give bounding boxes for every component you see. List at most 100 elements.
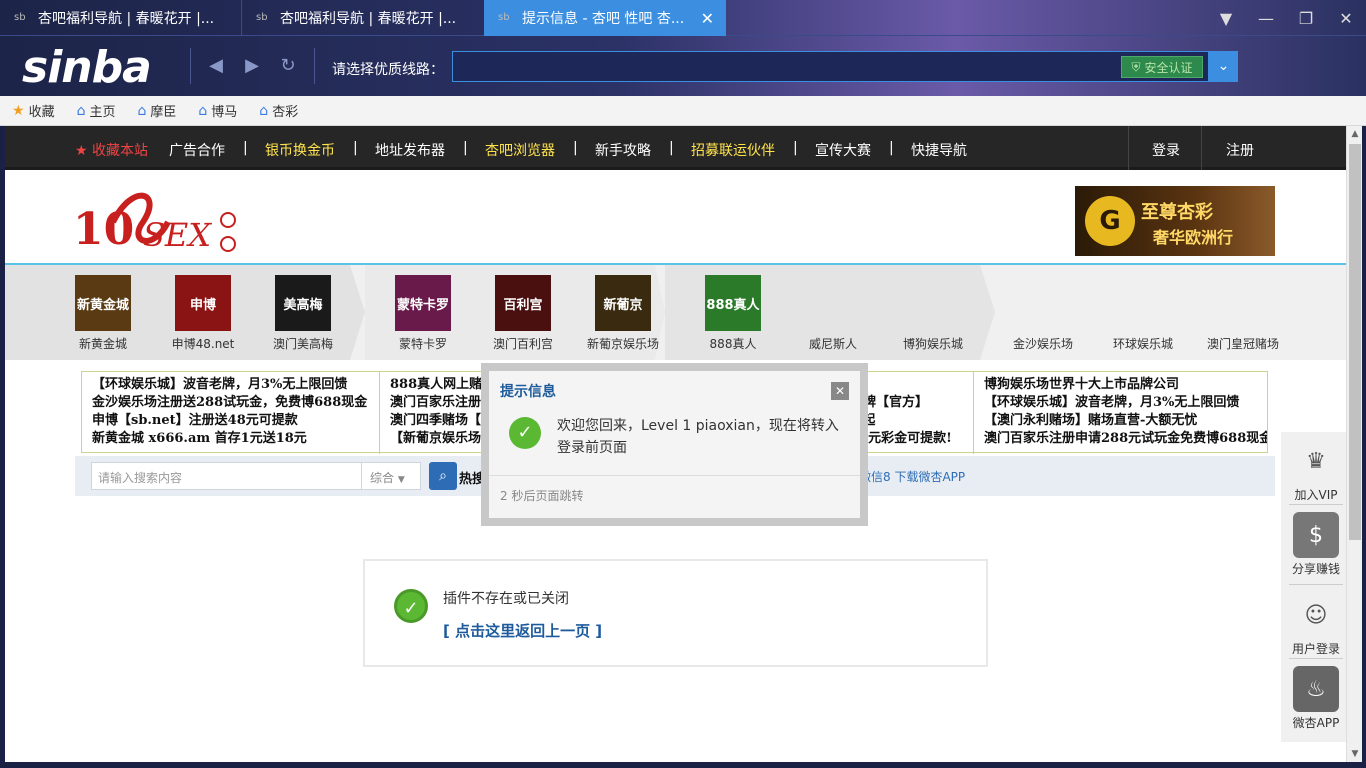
bookmarks-bar: ★ 收藏 ⌂ 主页 ⌂ 摩臣 ⌂ 博马 ⌂ 杏彩 (0, 96, 1366, 126)
bookmark-label: 博马 (211, 105, 238, 120)
casino-item[interactable]: 美高梅 澳门美高梅 (253, 275, 353, 352)
news-item[interactable]: 澳门百家乐注册申请288元试玩金免费博688现金 (984, 430, 1267, 448)
tab-1[interactable]: sb 杏吧福利导航 | 春暖花开 |... (0, 0, 240, 36)
plugin-notice-text: 插件不存在或已关闭 (443, 591, 569, 607)
bookmark-xingcai[interactable]: ⌂ 杏彩 (259, 101, 298, 121)
nav-contest[interactable]: 宣传大赛 (815, 140, 871, 160)
search-scope-select[interactable]: 综合 ▼ (361, 462, 421, 490)
close-window-icon[interactable]: ✕ (1326, 0, 1366, 36)
nav-quick-nav[interactable]: 快捷导航 (911, 140, 967, 160)
hot-search-link[interactable]: 微信8 下载微杏APP (859, 468, 965, 485)
share-earn-button[interactable]: $ 分享赚钱 (1281, 512, 1346, 577)
casino-label: 博狗娱乐城 (902, 337, 963, 351)
tab-2[interactable]: sb 杏吧福利导航 | 春暖花开 |... (242, 0, 483, 36)
nav-separator: | (793, 140, 798, 156)
redirect-countdown: 2 秒后页面跳转 (500, 489, 584, 503)
info-dialog: 提示信息 ✕ ✓ 欢迎您回来，Level 1 piaoxian，现在将转入登录前… (481, 363, 868, 526)
news-item[interactable]: 新黄金城 x666.am 首存1元送18元 (92, 430, 379, 448)
casino-label: 澳门百利宫 (492, 337, 553, 351)
search-input[interactable]: 请输入搜索内容 (91, 462, 363, 490)
casino-item[interactable]: 澳门皇冠赌场 (1193, 275, 1293, 352)
nav-label: 收藏本站 (92, 143, 149, 159)
casino-item[interactable]: 威尼斯人 (783, 275, 883, 352)
bookmark-home[interactable]: ⌂ 主页 (76, 101, 116, 121)
casino-item[interactable]: 蒙特卡罗 蒙特卡罗 (373, 275, 473, 352)
tab-label: 杏吧福利导航 | 春暖花开 |... (38, 11, 215, 27)
nav-bookmark-site[interactable]: ★ 收藏本站 (75, 140, 148, 160)
search-icon[interactable]: ⌕ (429, 462, 457, 490)
nav-separator: | (353, 140, 358, 156)
register-link[interactable]: 注册 (1226, 140, 1254, 160)
tab-bar: sb 杏吧福利导航 | 春暖花开 |... sb 杏吧福利导航 | 春暖花开 |… (0, 0, 1366, 36)
back-icon[interactable]: ◀ (204, 54, 228, 78)
casino-item[interactable]: 环球娱乐城 (1093, 275, 1193, 352)
tab-label: 提示信息 - 杏吧 性吧 杏... (522, 11, 685, 27)
casino-item[interactable]: 申博 申博48.net (153, 275, 253, 352)
browser-logo: sinba (22, 42, 152, 93)
go-back-link[interactable]: [ 点击这里返回上一页 ] (443, 620, 602, 641)
dialog-divider (489, 475, 860, 476)
ad-line-2: 奢华欧洲行 (1153, 228, 1234, 247)
casino-item[interactable]: 新葡京 新葡京娱乐场 (573, 275, 673, 352)
bookmark-label: 摩臣 (150, 105, 177, 120)
casino-item[interactable]: 百利宫 澳门百利宫 (473, 275, 573, 352)
svg-text:10: 10 (73, 204, 134, 255)
app-icon: ♨ (1293, 666, 1339, 712)
maximize-icon[interactable]: ❐ (1286, 0, 1326, 36)
address-bar[interactable] (452, 51, 1209, 82)
bookmark-favorites[interactable]: ★ 收藏 (12, 101, 55, 121)
casino-item[interactable]: 金沙娱乐场 (993, 275, 1093, 352)
casino-item[interactable]: 新黄金城 新黄金城 (53, 275, 153, 352)
side-divider (1289, 584, 1343, 585)
dialog-message: 欢迎您回来，Level 1 piaoxian，现在将转入登录前页面 (557, 418, 839, 456)
news-item[interactable]: 博狗娱乐场世界十大上市品牌公司 (984, 376, 1267, 394)
sinba-favicon-icon: sb (498, 12, 510, 23)
forward-icon[interactable]: ▶ (240, 54, 264, 78)
scroll-up-icon[interactable]: ▲ (1347, 126, 1363, 142)
news-item[interactable]: 【环球娱乐城】波音老牌，月3%无上限回馈 (92, 376, 379, 394)
nav-browser[interactable]: 杏吧浏览器 (485, 140, 555, 160)
news-item[interactable]: 申博【sb.net】注册送48元可提款 (92, 412, 379, 430)
bookmark-boma[interactable]: ⌂ 博马 (198, 101, 238, 121)
news-item[interactable]: 【环球娱乐城】波音老牌，月3%无上限回馈 (984, 394, 1267, 412)
line-select-label: 请选择优质线路： (332, 62, 444, 78)
nav-coin-exchange[interactable]: 银币换金币 (265, 140, 335, 160)
news-item[interactable]: 账 (850, 376, 973, 394)
nav-partners[interactable]: 招募联运伙伴 (691, 140, 775, 160)
casino-label: 澳门美高梅 (272, 337, 333, 351)
nav-newbie-guide[interactable]: 新手攻略 (595, 140, 651, 160)
scrollbar-thumb[interactable] (1349, 144, 1361, 540)
refresh-icon[interactable]: ↻ (276, 54, 300, 78)
news-item[interactable]: 【澳门永利赌场】赌场直营-大额无忧 (984, 412, 1267, 430)
security-badge[interactable]: ⛨ 安全认证 (1121, 56, 1203, 78)
vip-button[interactable]: ♛ 加入VIP (1281, 438, 1346, 503)
banner-ad[interactable]: G 至尊杏彩 奢华欧洲行 (1075, 186, 1275, 256)
login-link[interactable]: 登录 (1152, 140, 1180, 160)
tab-3-active[interactable]: sb 提示信息 - 杏吧 性吧 杏... ✕ (484, 0, 726, 36)
nav-ads[interactable]: 广告合作 (169, 140, 225, 160)
casino-item[interactable]: 888真人 888真人 (683, 275, 783, 352)
nav-address-publisher[interactable]: 地址发布器 (375, 140, 445, 160)
casino-logo (1215, 275, 1271, 331)
scroll-down-icon[interactable]: ▼ (1347, 746, 1363, 762)
news-item[interactable]: 发牌【官方】 (850, 394, 973, 412)
bookmark-mochen[interactable]: ⌂ 摩臣 (137, 101, 177, 121)
vertical-scrollbar[interactable]: ▲ ▼ (1346, 126, 1362, 762)
sinba-favicon-icon: sb (14, 12, 26, 23)
casino-item[interactable]: 博狗娱乐城 (883, 275, 983, 352)
user-login-button[interactable]: ☺ 用户登录 (1281, 592, 1346, 657)
close-icon[interactable]: ✕ (831, 382, 849, 400)
tab-close-icon[interactable]: ✕ (701, 9, 714, 28)
app-download-button[interactable]: ♨ 微杏APP (1281, 666, 1346, 731)
home-icon: ⌂ (76, 102, 86, 119)
casino-label: 蒙特卡罗 (398, 337, 447, 351)
tab-list-icon[interactable]: ▼ (1206, 0, 1246, 36)
news-item[interactable]: %起 (850, 412, 973, 430)
news-item[interactable]: 金沙娱乐场注册送288试玩金，免费博688现金 (92, 394, 379, 412)
bookmark-label: 收藏 (28, 105, 55, 120)
site-logo[interactable]: 10 SEX (73, 182, 243, 262)
ad-logo-icon: G (1085, 196, 1135, 246)
news-item[interactable]: 18元彩金可提款! (850, 430, 973, 448)
minimize-icon[interactable]: — (1246, 0, 1286, 36)
address-dropdown-icon[interactable]: ⌄ (1209, 51, 1238, 82)
